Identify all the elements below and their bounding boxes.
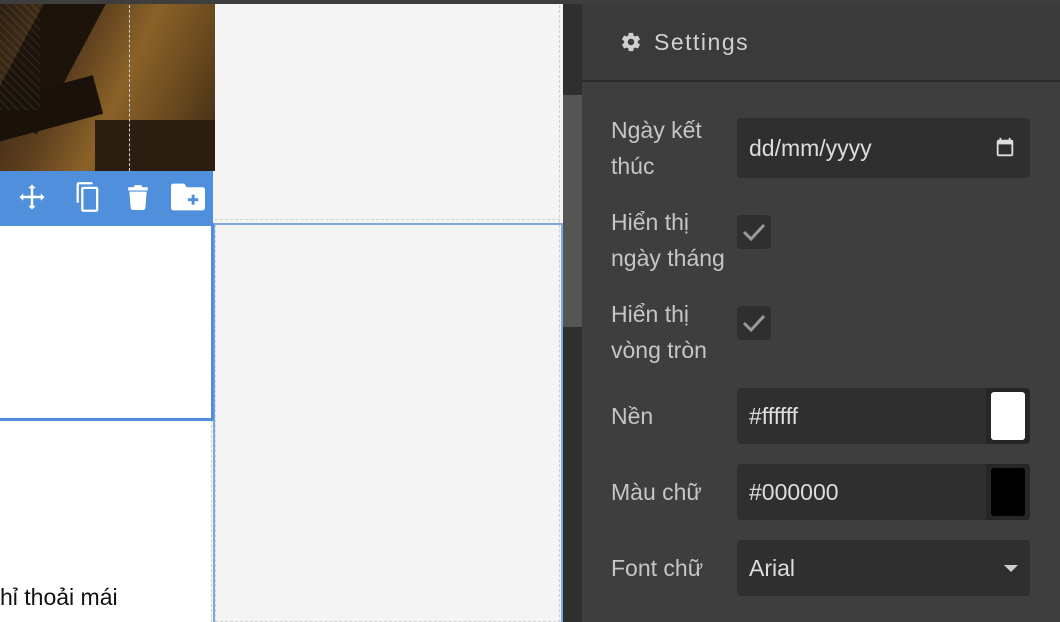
chevron-down-icon [1004,564,1018,572]
empty-column-block[interactable] [213,223,563,622]
selected-block[interactable] [0,223,214,421]
end-date-label: Ngày kết thúc [611,117,702,179]
move-button[interactable] [0,171,63,223]
background-label: Nền [611,403,654,429]
text-color-input[interactable]: #000000 [737,464,1030,520]
delete-button[interactable] [113,171,163,223]
font-label: Font chữ [611,555,704,581]
guide-line [215,219,560,220]
font-select[interactable]: Arial [737,540,1030,596]
background-swatch [991,392,1025,440]
top-bar [0,0,1060,4]
move-icon [19,184,45,210]
trash-icon [128,185,148,210]
block-toolbar [0,171,213,223]
show-circle-checkbox[interactable] [737,306,771,340]
calendar-icon[interactable] [994,137,1016,159]
panel-title: Settings [654,28,750,55]
text-color-swatch [991,468,1025,516]
show-date-label: Hiển thị ngày tháng [611,209,725,271]
body-text[interactable]: hỉ thoải mái [0,584,118,611]
copy-icon [76,182,99,212]
end-date-input[interactable]: dd/mm/yyyy [737,118,1030,178]
folder-plus-icon [171,183,206,211]
canvas-image[interactable] [0,0,215,171]
duplicate-button[interactable] [63,171,113,223]
show-date-checkbox[interactable] [737,215,771,249]
show-circle-label: Hiển thị vòng tròn [611,301,707,363]
add-to-folder-button[interactable] [163,171,213,223]
guide-line [211,420,212,622]
checkmark-icon [742,314,766,333]
checkmark-icon [742,223,766,242]
background-color-input[interactable]: #ffffff [737,388,1030,444]
guide-line [129,0,130,176]
gear-icon [621,32,640,52]
settings-panel: Settings Ngày kết thúc dd/mm/yyyy Hiển t… [582,0,1060,622]
text-color-swatch-button[interactable] [986,464,1030,520]
text-color-label: Màu chữ [611,479,702,505]
settings-header: Settings [582,4,1060,82]
editor-canvas[interactable]: hỉ thoải mái [0,0,563,622]
background-swatch-button[interactable] [986,388,1030,444]
scrollbar-thumb[interactable] [563,95,582,327]
